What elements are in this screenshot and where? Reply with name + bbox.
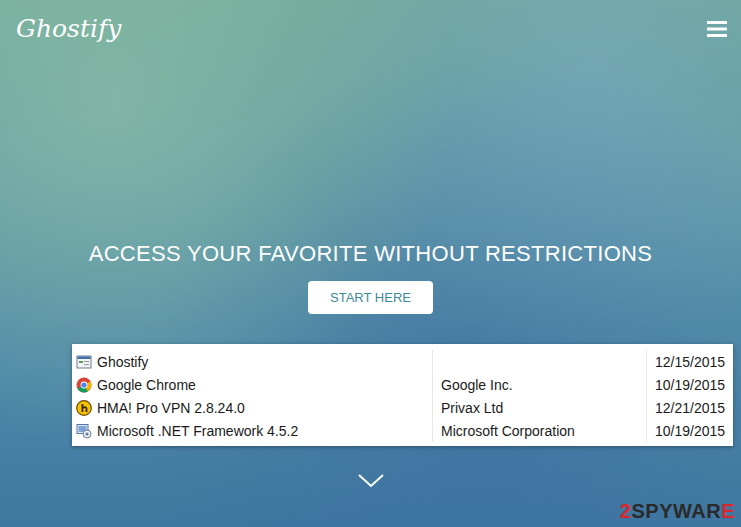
hero-headline: ACCESS YOUR FAVORITE WITHOUT RESTRICTION… [89, 241, 653, 267]
landing-page: Ghostify ACCESS YOUR FAVORITE WITHOUT RE… [0, 0, 741, 527]
watermark: 2SPYWARE [620, 500, 735, 523]
program-row[interactable]: Ghostify 12/15/2015 [72, 350, 733, 373]
program-row[interactable]: Google Chrome Google Inc. 10/19/2015 [72, 373, 733, 396]
scroll-down-chevron-icon[interactable] [358, 474, 384, 488]
installed-programs-list: Ghostify 12/15/2015 Google Chrome Google… [72, 344, 733, 446]
site-header: Ghostify [0, 0, 741, 43]
hma-donkey-icon [76, 400, 92, 416]
dotnet-installer-icon [76, 423, 92, 439]
hamburger-menu-icon[interactable] [707, 21, 727, 37]
program-row[interactable]: HMA! Pro VPN 2.8.24.0 Privax Ltd 12/21/2… [72, 396, 733, 419]
start-button[interactable]: START HERE [308, 281, 433, 314]
program-window-icon [76, 354, 92, 370]
program-row[interactable]: Microsoft .NET Framework 4.5.2 Microsoft… [72, 419, 733, 442]
logo[interactable]: Ghostify [16, 14, 121, 43]
chrome-icon [76, 377, 92, 393]
